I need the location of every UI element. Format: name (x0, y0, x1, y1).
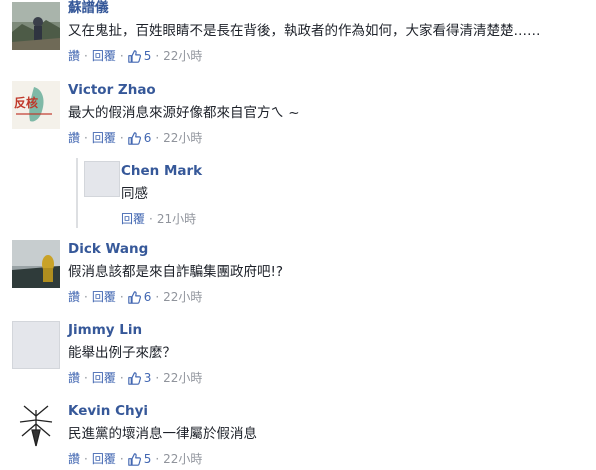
timestamp[interactable]: 22小時 (163, 48, 202, 64)
separator: · (119, 371, 124, 385)
reply-actions: 回覆 · 21小時 (121, 211, 202, 227)
commenter-name[interactable]: Dick Wang (68, 240, 283, 258)
avatar-badge-text: 反核 (14, 95, 38, 110)
commenter-name[interactable]: Kevin Chyi (68, 402, 257, 420)
reply-button[interactable]: 回覆 (92, 48, 116, 64)
like-count[interactable]: 5 (127, 48, 152, 64)
like-count[interactable]: 3 (127, 370, 152, 386)
commenter-name[interactable]: Chen Mark (121, 162, 202, 180)
reply-button[interactable]: 回覆 (92, 451, 116, 467)
separator: · (155, 49, 160, 63)
like-count-value: 3 (143, 371, 152, 385)
thumbs-up-icon (127, 131, 141, 145)
reply-button[interactable]: 回覆 (121, 211, 145, 227)
reply-text: 同感 (121, 186, 148, 202)
reply-button[interactable]: 回覆 (92, 370, 116, 386)
timestamp[interactable]: 22小時 (163, 130, 202, 146)
comment-text: 又在鬼扯，百姓眼睛不是長在背後，執政者的作為如何，大家看得清清楚楚…… (68, 23, 541, 39)
commenter-name[interactable]: 蘇譜儀 (68, 0, 541, 17)
comment-text: 最大的假消息來源好像都來自官方ㄟ ~ (68, 105, 300, 121)
separator: · (84, 131, 88, 145)
commenter-name[interactable]: Jimmy Lin (68, 321, 202, 339)
comment-text: 能舉出例子來麼？ (68, 345, 176, 361)
like-count[interactable]: 5 (127, 451, 152, 467)
separator: · (119, 49, 124, 63)
separator: · (155, 371, 160, 385)
like-button[interactable]: 讚 (68, 370, 80, 386)
like-count-value: 5 (143, 49, 152, 63)
separator: · (119, 290, 124, 304)
separator: · (84, 371, 88, 385)
timestamp[interactable]: 22小時 (163, 289, 202, 305)
like-count[interactable]: 6 (127, 289, 152, 305)
like-count-value: 6 (143, 290, 152, 304)
timestamp[interactable]: 22小時 (163, 451, 202, 467)
avatar[interactable] (12, 240, 60, 288)
separator: · (84, 49, 88, 63)
like-button[interactable]: 讚 (68, 48, 80, 64)
like-count[interactable]: 6 (127, 130, 152, 146)
reply-button[interactable]: 回覆 (92, 289, 116, 305)
comment-actions: 讚 · 回覆 · 5 · 22小時 (68, 451, 257, 467)
timestamp[interactable]: 21小時 (157, 211, 196, 227)
avatar[interactable] (12, 321, 60, 369)
separator: · (84, 290, 88, 304)
avatar[interactable]: 反核 (12, 81, 60, 129)
avatar[interactable] (12, 2, 60, 50)
like-button[interactable]: 讚 (68, 130, 80, 146)
comment-actions: 讚 · 回覆 · 6 · 22小時 (68, 130, 300, 146)
separator: · (84, 452, 88, 466)
reply-button[interactable]: 回覆 (92, 130, 116, 146)
reply-thread-line (76, 158, 78, 228)
reply-thread: Chen Mark 同感 回覆 · 21小時 (76, 158, 596, 232)
separator: · (155, 452, 160, 466)
comment-text: 民進黨的壞消息一律屬於假消息 (68, 426, 257, 442)
like-button[interactable]: 讚 (68, 451, 80, 467)
separator: · (119, 131, 124, 145)
timestamp[interactable]: 22小時 (163, 370, 202, 386)
comment-actions: 讚 · 回覆 · 5 · 22小時 (68, 48, 541, 64)
reply-avatar[interactable] (84, 161, 120, 197)
separator: · (149, 212, 153, 226)
like-count-value: 6 (143, 131, 152, 145)
separator: · (119, 452, 124, 466)
comment-text: 假消息該都是來自詐騙集團政府吧!? (68, 264, 284, 280)
comment-actions: 讚 · 回覆 · 3 · 22小時 (68, 370, 202, 386)
separator: · (155, 290, 160, 304)
thumbs-up-icon (127, 371, 141, 385)
comment-actions: 讚 · 回覆 · 6 · 22小時 (68, 289, 283, 305)
thumbs-up-icon (127, 290, 141, 304)
commenter-name[interactable]: Victor Zhao (68, 81, 300, 99)
thumbs-up-icon (127, 49, 141, 63)
thumbs-up-icon (127, 452, 141, 466)
separator: · (155, 131, 160, 145)
like-button[interactable]: 讚 (68, 289, 80, 305)
avatar[interactable] (12, 402, 60, 450)
like-count-value: 5 (143, 452, 152, 466)
